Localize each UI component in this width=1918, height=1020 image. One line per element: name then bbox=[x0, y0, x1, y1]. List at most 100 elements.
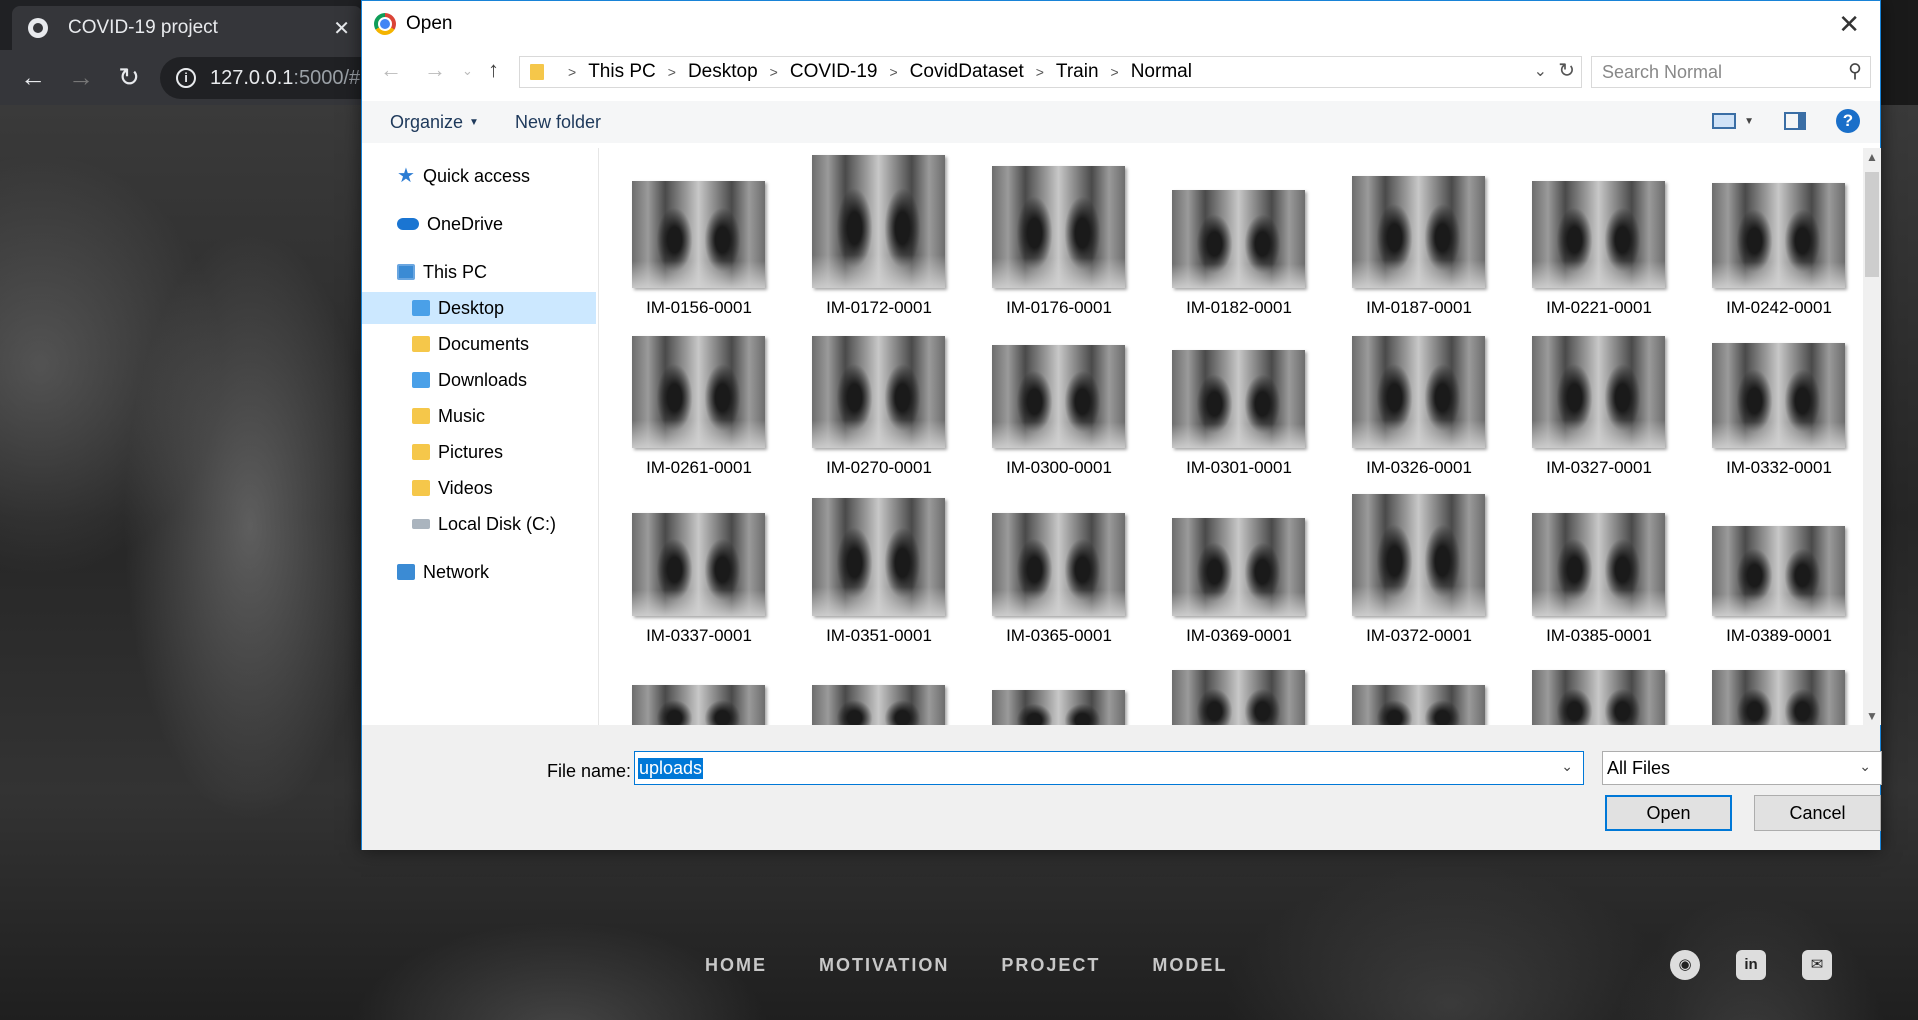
tab-close-icon[interactable]: ✕ bbox=[333, 16, 350, 41]
nav-project-link[interactable]: PROJECT bbox=[1001, 955, 1100, 976]
site-navigation: HOME MOTIVATION PROJECT MODEL bbox=[705, 955, 1227, 976]
nav-item-label: This PC bbox=[423, 261, 488, 282]
xray-thumbnail[interactable] bbox=[992, 690, 1125, 725]
nav-home-link[interactable]: HOME bbox=[705, 955, 767, 976]
xray-thumbnail[interactable] bbox=[1532, 670, 1665, 725]
organize-button[interactable]: Organize ▼ bbox=[390, 112, 479, 133]
dialog-footer: File name: uploads ⌄ All Files ⌄ Open Ca… bbox=[362, 725, 1882, 850]
file-type-dropdown-icon[interactable]: ⌄ bbox=[1859, 758, 1871, 775]
file-type-value: All Files bbox=[1607, 757, 1671, 778]
nav-item-network[interactable]: Network bbox=[397, 556, 489, 588]
file-name-text: IM-0369-0001 bbox=[1186, 626, 1292, 645]
email-icon[interactable]: ✉ bbox=[1802, 950, 1832, 980]
nav-item-music[interactable]: Music bbox=[412, 400, 485, 432]
breadcrumb-coviddataset[interactable]: CovidDataset bbox=[910, 61, 1024, 83]
nav-item-label: Desktop bbox=[438, 297, 505, 318]
nav-item-desktop[interactable]: Desktop bbox=[362, 292, 596, 324]
change-view-icon[interactable] bbox=[1712, 113, 1737, 129]
xray-thumbnail[interactable] bbox=[1172, 670, 1305, 725]
search-icon[interactable]: ⚲ bbox=[1848, 60, 1862, 83]
nav-item-this-pc[interactable]: This PC bbox=[397, 256, 487, 288]
linkedin-icon[interactable]: in bbox=[1736, 950, 1766, 980]
xray-thumbnail[interactable] bbox=[812, 685, 945, 725]
reload-icon[interactable]: ↻ bbox=[114, 62, 144, 92]
nav-item-documents[interactable]: Documents bbox=[412, 328, 529, 360]
xray-thumbnail bbox=[632, 181, 765, 288]
view-options-chevron-icon[interactable]: ▼ bbox=[1744, 116, 1754, 127]
breadcrumb-covid-19[interactable]: COVID-19 bbox=[790, 61, 878, 83]
file-name-text: IM-0337-0001 bbox=[646, 626, 752, 645]
nav-item-downloads[interactable]: Downloads bbox=[412, 364, 527, 396]
recent-locations-chevron-icon[interactable]: ⌄ bbox=[462, 63, 473, 79]
nav-motivation-link[interactable]: MOTIVATION bbox=[819, 955, 949, 976]
forward-arrow-icon[interactable]: → bbox=[66, 62, 96, 92]
tab-title: COVID-19 project bbox=[68, 17, 218, 38]
this-pc-icon bbox=[397, 264, 415, 280]
nav-item-pictures[interactable]: Pictures bbox=[412, 436, 503, 468]
url-host: 127.0.0.1 bbox=[210, 66, 294, 89]
breadcrumb-normal[interactable]: Normal bbox=[1131, 61, 1192, 83]
file-name-text: IM-0389-0001 bbox=[1726, 626, 1832, 645]
breadcrumb-this-pc[interactable]: This PC bbox=[588, 61, 656, 83]
file-list-pane: IM-0156-0001 IM-0172-0001 IM-0176-0001 IM-0… bbox=[600, 148, 1863, 725]
file-name-input[interactable]: uploads ⌄ bbox=[634, 751, 1584, 785]
xray-thumbnail[interactable] bbox=[632, 685, 765, 725]
nav-model-link[interactable]: MODEL bbox=[1152, 955, 1227, 976]
open-button[interactable]: Open bbox=[1605, 795, 1732, 831]
up-folder-icon[interactable]: ↑ bbox=[488, 57, 499, 83]
globe-icon bbox=[28, 18, 48, 38]
file-name-text: IM-0351-0001 bbox=[826, 626, 932, 645]
scroll-down-arrow-icon[interactable]: ▼ bbox=[1866, 709, 1878, 723]
social-links: ◉ in ✉ bbox=[1670, 950, 1832, 980]
nav-item-label: Quick access bbox=[423, 165, 531, 186]
file-name-text: IM-0270-0001 bbox=[826, 458, 932, 477]
nav-item-quick-access[interactable]: ★ Quick access bbox=[397, 160, 530, 192]
dialog-forward-icon[interactable]: → bbox=[424, 57, 446, 83]
folder-icon bbox=[530, 64, 544, 80]
nav-item-label: OneDrive bbox=[427, 213, 504, 234]
xray-thumbnail bbox=[992, 166, 1125, 288]
breadcrumb-train[interactable]: Train bbox=[1056, 61, 1099, 83]
nav-item-label: Music bbox=[438, 405, 486, 426]
xray-thumbnail bbox=[632, 513, 765, 616]
videos-folder-icon bbox=[412, 480, 430, 496]
info-icon[interactable]: i bbox=[176, 68, 196, 88]
nav-item-label: Network bbox=[423, 561, 490, 582]
nav-item-local-disk-c[interactable]: Local Disk (C:) bbox=[412, 508, 556, 540]
dialog-address-row: ← → ⌄ ↑ > This PC > Desktop > COVID-19 >… bbox=[362, 53, 1880, 89]
documents-folder-icon bbox=[412, 336, 430, 352]
downloads-folder-icon bbox=[412, 372, 430, 388]
scroll-up-arrow-icon[interactable]: ▲ bbox=[1866, 150, 1878, 164]
xray-thumbnail[interactable] bbox=[1712, 670, 1845, 725]
search-input[interactable]: Search Normal ⚲ bbox=[1591, 56, 1871, 88]
breadcrumb-desktop[interactable]: Desktop bbox=[688, 61, 758, 83]
nav-item-videos[interactable]: Videos bbox=[412, 472, 493, 504]
new-folder-button[interactable]: New folder bbox=[515, 112, 601, 133]
preview-pane-icon[interactable] bbox=[1784, 112, 1806, 130]
scrollbar-thumb[interactable] bbox=[1865, 172, 1879, 277]
help-icon[interactable]: ? bbox=[1836, 109, 1860, 133]
nav-item-onedrive[interactable]: OneDrive bbox=[397, 208, 503, 240]
command-bar: Organize ▼ New folder ▼ ? bbox=[362, 101, 1880, 143]
xray-thumbnail bbox=[1172, 190, 1305, 288]
xray-thumbnail bbox=[1532, 336, 1665, 448]
xray-thumbnail bbox=[812, 336, 945, 448]
dialog-address-bar[interactable]: > This PC > Desktop > COVID-19 > CovidDa… bbox=[519, 56, 1582, 88]
onedrive-cloud-icon bbox=[397, 218, 419, 230]
nav-item-label: Videos bbox=[438, 477, 493, 498]
file-name-text: IM-0182-0001 bbox=[1186, 298, 1292, 317]
cancel-button[interactable]: Cancel bbox=[1754, 795, 1881, 831]
file-type-select[interactable]: All Files ⌄ bbox=[1602, 751, 1882, 785]
address-dropdown-icon[interactable]: ⌄ bbox=[1534, 61, 1547, 81]
dialog-back-icon[interactable]: ← bbox=[380, 57, 402, 83]
vertical-scrollbar[interactable]: ▲ ▼ bbox=[1863, 148, 1881, 725]
file-name-dropdown-icon[interactable]: ⌄ bbox=[1561, 758, 1573, 775]
xray-thumbnail[interactable] bbox=[1352, 685, 1485, 725]
dialog-close-icon[interactable]: ✕ bbox=[1838, 9, 1860, 40]
xray-thumbnail bbox=[1172, 350, 1305, 448]
refresh-icon[interactable]: ↻ bbox=[1558, 58, 1575, 83]
back-arrow-icon[interactable]: ← bbox=[18, 62, 48, 92]
desktop-folder-icon bbox=[412, 300, 430, 316]
browser-tab[interactable]: COVID-19 project ✕ bbox=[12, 6, 362, 50]
github-icon[interactable]: ◉ bbox=[1670, 950, 1700, 980]
